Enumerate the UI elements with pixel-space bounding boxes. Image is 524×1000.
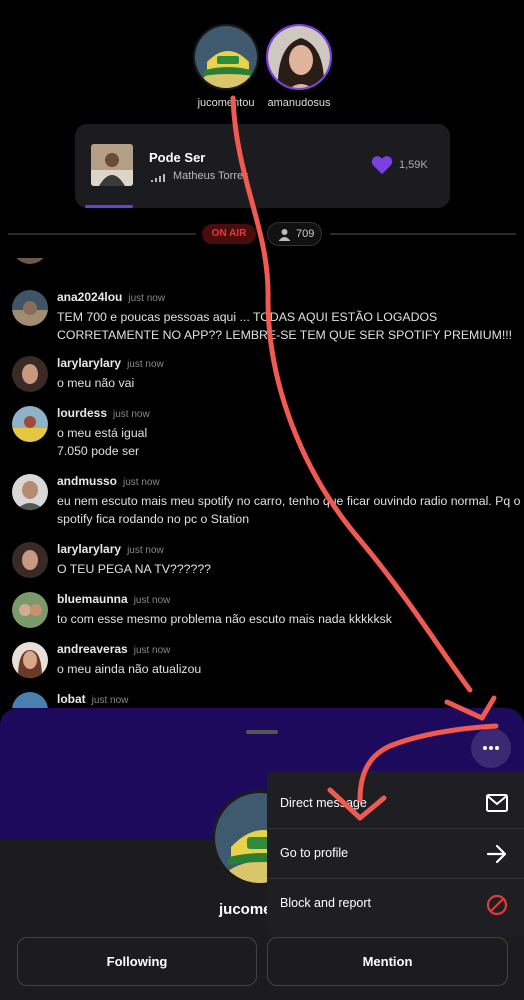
menu-item-label: Go to profile	[280, 846, 349, 860]
playback-progress	[85, 205, 133, 208]
chat-username[interactable]: andmusso just now	[57, 474, 160, 488]
chat-text: TEM 700 e poucas pessoas aqui ... TODAS …	[57, 310, 513, 342]
menu-item-label: Block and report	[280, 896, 372, 910]
host-jucomentou[interactable]: jucomentou	[191, 24, 261, 109]
chat-timestamp: just now	[113, 409, 150, 420]
person-icon	[278, 229, 291, 241]
chat-timestamp: just now	[133, 645, 171, 656]
block-icon	[486, 894, 508, 916]
track-title: Pode Ser	[149, 150, 206, 165]
mention-button[interactable]: Mention	[267, 937, 508, 986]
on-air-badge: ON AIR	[202, 224, 256, 244]
now-playing-card[interactable]: Pode Ser Matheus Torres 1,59K	[75, 124, 450, 208]
chat-timestamp: just now	[91, 695, 129, 706]
menu-item-block-and-report[interactable]: Block and report	[267, 879, 524, 929]
user-avatar[interactable]	[12, 406, 48, 442]
chat-timestamp: just now	[133, 595, 171, 606]
host-avatar[interactable]	[193, 24, 259, 90]
chat-username[interactable]: ana2024lou just now	[57, 290, 165, 304]
host-avatar[interactable]	[266, 24, 332, 90]
chat-text: O TEU PEGA NA TV??????	[57, 562, 212, 576]
chat-username[interactable]: bluemaunna just now	[57, 592, 170, 606]
listener-count: 709	[296, 228, 315, 240]
chat-username[interactable]: larylarylary just now	[57, 542, 164, 556]
user-avatar[interactable]	[12, 692, 48, 708]
chat-text: o meu está igual 7.050 pode ser	[57, 426, 148, 458]
chat-timestamp: just now	[123, 477, 160, 488]
options-menu: Direct message Go to profile Block and r…	[267, 771, 524, 936]
menu-item-label: Direct message	[280, 796, 367, 810]
user-avatar[interactable]	[12, 592, 48, 628]
chat-text: eu nem escuto mais meu spotify no carro,…	[57, 494, 521, 526]
sheet-drag-handle[interactable]	[246, 730, 278, 734]
listener-count-badge[interactable]: 709	[267, 222, 322, 246]
divider	[330, 233, 516, 235]
mail-icon	[486, 794, 508, 812]
chat-feed[interactable]: ana2024lou just now TEM 700 e poucas pess…	[0, 258, 524, 708]
equalizer-icon	[151, 174, 167, 182]
chat-timestamp: just now	[128, 293, 166, 304]
chat-text: o meu ainda não atualizou	[57, 662, 202, 676]
host-username: jucomentou	[197, 97, 255, 109]
user-avatar[interactable]	[12, 642, 48, 678]
divider	[8, 233, 196, 235]
chat-username[interactable]: andreaveras just now	[57, 642, 170, 656]
user-avatar[interactable]	[12, 356, 48, 392]
album-cover	[91, 144, 133, 186]
user-avatar[interactable]	[12, 258, 48, 264]
chat-text: o meu não vai	[57, 376, 135, 390]
more-options-button[interactable]	[471, 728, 511, 768]
like-count: 1,59K	[399, 159, 428, 171]
menu-item-go-to-profile[interactable]: Go to profile	[267, 829, 524, 879]
track-artist: Matheus Torres	[173, 170, 249, 182]
heart-icon[interactable]	[371, 155, 393, 175]
user-avatar[interactable]	[12, 290, 48, 326]
chat-timestamp: just now	[127, 545, 164, 556]
profile-username: jucome	[219, 901, 272, 918]
host-amanudosus[interactable]: amanudosus	[264, 24, 334, 109]
menu-item-direct-message[interactable]: Direct message	[267, 779, 524, 829]
user-avatar[interactable]	[12, 474, 48, 510]
following-button[interactable]: Following	[17, 937, 257, 986]
host-username: amanudosus	[267, 97, 331, 109]
chat-text: to com esse mesmo problema não escuto ma…	[57, 612, 392, 626]
user-avatar[interactable]	[12, 542, 48, 578]
arrow-right-icon	[486, 844, 507, 864]
chat-username[interactable]: lourdess just now	[57, 406, 150, 420]
chat-username[interactable]: lobat just now	[57, 692, 128, 706]
chat-timestamp: just now	[127, 359, 164, 370]
chat-username[interactable]: larylarylary just now	[57, 356, 164, 370]
